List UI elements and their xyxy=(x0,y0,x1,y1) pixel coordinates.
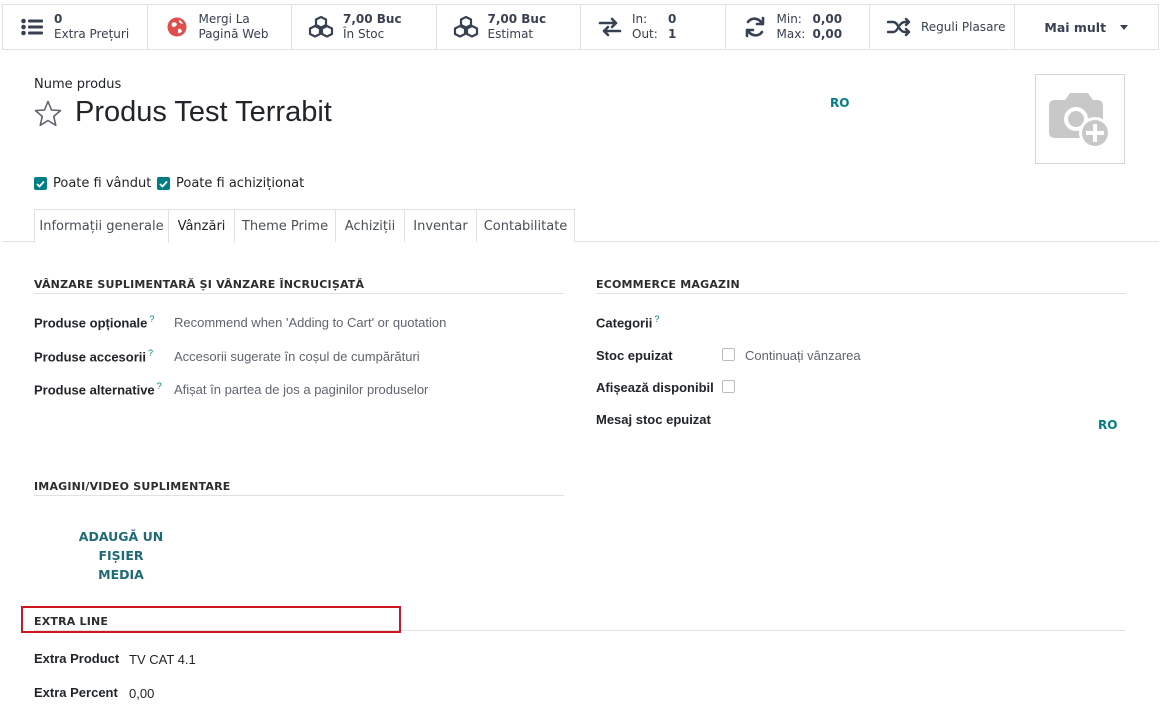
max-label: Max: xyxy=(776,27,806,41)
camera-plus-icon xyxy=(1049,93,1111,149)
on-hand-button[interactable]: 7,00 Buc În Stoc xyxy=(292,5,437,49)
tab-sales[interactable]: Vânzări xyxy=(168,209,235,243)
tab-theme-prime[interactable]: Theme Prime xyxy=(234,209,336,242)
website-line2: Pagină Web xyxy=(198,27,269,41)
help-tooltip-icon[interactable]: ? xyxy=(157,381,162,391)
smart-button-bar: 0 Extra Prețuri Mergi La Pagină Web 7,00 B… xyxy=(2,4,1159,50)
out-value: 1 xyxy=(668,27,677,41)
on-hand-label: În Stoc xyxy=(343,27,385,41)
alternative-products-label: Produse alternative? xyxy=(34,381,162,397)
can-be-sold-checkbox[interactable]: Poate fi vândut xyxy=(34,176,151,191)
cubes-icon xyxy=(453,14,479,40)
can-be-sold-label: Poate fi vândut xyxy=(53,176,152,191)
accessory-products-field[interactable]: Accesorii sugerate în coșul de cumpărătu… xyxy=(174,349,420,364)
more-dropdown[interactable]: Mai mult xyxy=(1015,5,1158,49)
continue-selling-label: Continuați vânzarea xyxy=(745,348,861,363)
forecast-qty: 7,00 Buc xyxy=(487,12,547,26)
show-available-checkbox[interactable] xyxy=(722,380,735,393)
random-icon xyxy=(886,14,912,40)
out-of-stock-message-lang-button[interactable]: RO xyxy=(1098,418,1117,432)
putaway-rules-label: Reguli Plasare xyxy=(921,19,1006,34)
product-name-label: Nume produs xyxy=(34,77,122,92)
tab-accounting[interactable]: Contabilitate xyxy=(476,209,575,242)
min-max-button[interactable]: Min: 0,00 Max: 0,00 xyxy=(726,5,870,49)
can-be-purchased-checkbox[interactable]: Poate fi achiziționat xyxy=(157,176,304,191)
extra-product-field[interactable]: TV CAT 4.1 xyxy=(129,652,196,667)
alternative-products-label-text: Produse alternative xyxy=(34,382,155,398)
forecast-label: Estimat xyxy=(487,27,534,41)
website-button[interactable]: Mergi La Pagină Web xyxy=(148,5,292,49)
globe-icon xyxy=(164,14,190,40)
putaway-rules-button[interactable]: Reguli Plasare xyxy=(870,5,1015,49)
extra-percent-field[interactable]: 0,00 xyxy=(129,686,154,701)
max-value: 0,00 xyxy=(812,27,843,41)
add-media-line2: MEDIA xyxy=(98,567,144,582)
min-value: 0,00 xyxy=(812,12,843,26)
product-name-lang-button[interactable]: RO xyxy=(830,96,849,110)
out-of-stock-label: Stoc epuizat xyxy=(596,348,673,363)
highlight-box xyxy=(21,606,401,633)
website-line1: Mergi La xyxy=(198,12,250,26)
extra-prices-count: 0 xyxy=(54,12,63,26)
in-value: 0 xyxy=(668,12,677,26)
product-name-field[interactable]: Produs Test Terrabit xyxy=(75,96,332,129)
help-tooltip-icon[interactable]: ? xyxy=(149,314,154,324)
categories-label-text: Categorii xyxy=(596,315,653,331)
upsell-section-heading: VÂNZARE SUPLIMENTARĂ ȘI VÂNZARE ÎNCRUCIȘ… xyxy=(34,278,564,294)
add-media-line1: ADAUGĂ UN FIȘIER xyxy=(78,529,164,563)
optional-products-label-text: Produse opționale xyxy=(34,315,148,331)
categories-label: Categorii? xyxy=(596,314,659,330)
out-of-stock-message-label: Mesaj stoc epuizat xyxy=(596,412,711,427)
extra-product-label: Extra Product xyxy=(34,651,120,666)
accessory-products-label-text: Produse accesorii xyxy=(34,349,146,365)
checkmark-icon xyxy=(157,177,170,190)
exchange-icon xyxy=(597,14,623,40)
star-icon[interactable] xyxy=(33,99,63,129)
caret-down-icon xyxy=(1120,24,1129,30)
tab-inventory[interactable]: Inventar xyxy=(404,209,477,242)
ecommerce-section-heading: ECOMMERCE MAGAZIN xyxy=(596,278,1126,294)
help-tooltip-icon[interactable]: ? xyxy=(148,348,153,358)
add-media-button[interactable]: ADAUGĂ UN FIȘIER MEDIA xyxy=(60,527,182,584)
refresh-icon xyxy=(742,14,768,40)
categories-field[interactable] xyxy=(722,314,1122,332)
cubes-icon xyxy=(308,14,334,40)
optional-products-field[interactable]: Recommend when 'Adding to Cart' or quota… xyxy=(174,315,446,330)
on-hand-qty: 7,00 Buc xyxy=(343,12,402,26)
extra-percent-label: Extra Percent xyxy=(34,685,118,700)
list-icon xyxy=(19,14,45,40)
checkmark-icon xyxy=(34,177,47,190)
out-label: Out: xyxy=(632,27,658,41)
accessory-products-label: Produse accesorii? xyxy=(34,348,153,364)
alternative-products-field[interactable]: Afișat în partea de jos a paginilor prod… xyxy=(174,382,428,397)
optional-products-label: Produse opționale? xyxy=(34,314,154,330)
extra-prices-button[interactable]: 0 Extra Prețuri xyxy=(3,5,148,49)
extra-media-section-heading: IMAGINI/VIDEO SUPLIMENTARE xyxy=(34,480,564,496)
forecast-button[interactable]: 7,00 Buc Estimat xyxy=(437,5,581,49)
tab-general-info[interactable]: Informații generale xyxy=(34,209,169,242)
in-out-button[interactable]: In: 0 Out: 1 xyxy=(581,5,726,49)
extra-prices-label: Extra Prețuri xyxy=(54,27,130,41)
tab-purchase[interactable]: Achiziții xyxy=(335,209,405,242)
continue-selling-checkbox[interactable] xyxy=(722,348,735,361)
min-label: Min: xyxy=(776,12,802,26)
can-be-purchased-label: Poate fi achiziționat xyxy=(176,176,305,191)
notebook-tabs: Informații generale Vânzări Theme Prime … xyxy=(2,209,1159,243)
product-image-upload[interactable] xyxy=(1035,74,1125,164)
more-label: Mai mult xyxy=(1044,19,1107,35)
in-label: In: xyxy=(632,12,648,26)
show-available-label: Afișează disponibil xyxy=(596,380,714,395)
help-tooltip-icon[interactable]: ? xyxy=(654,314,659,324)
